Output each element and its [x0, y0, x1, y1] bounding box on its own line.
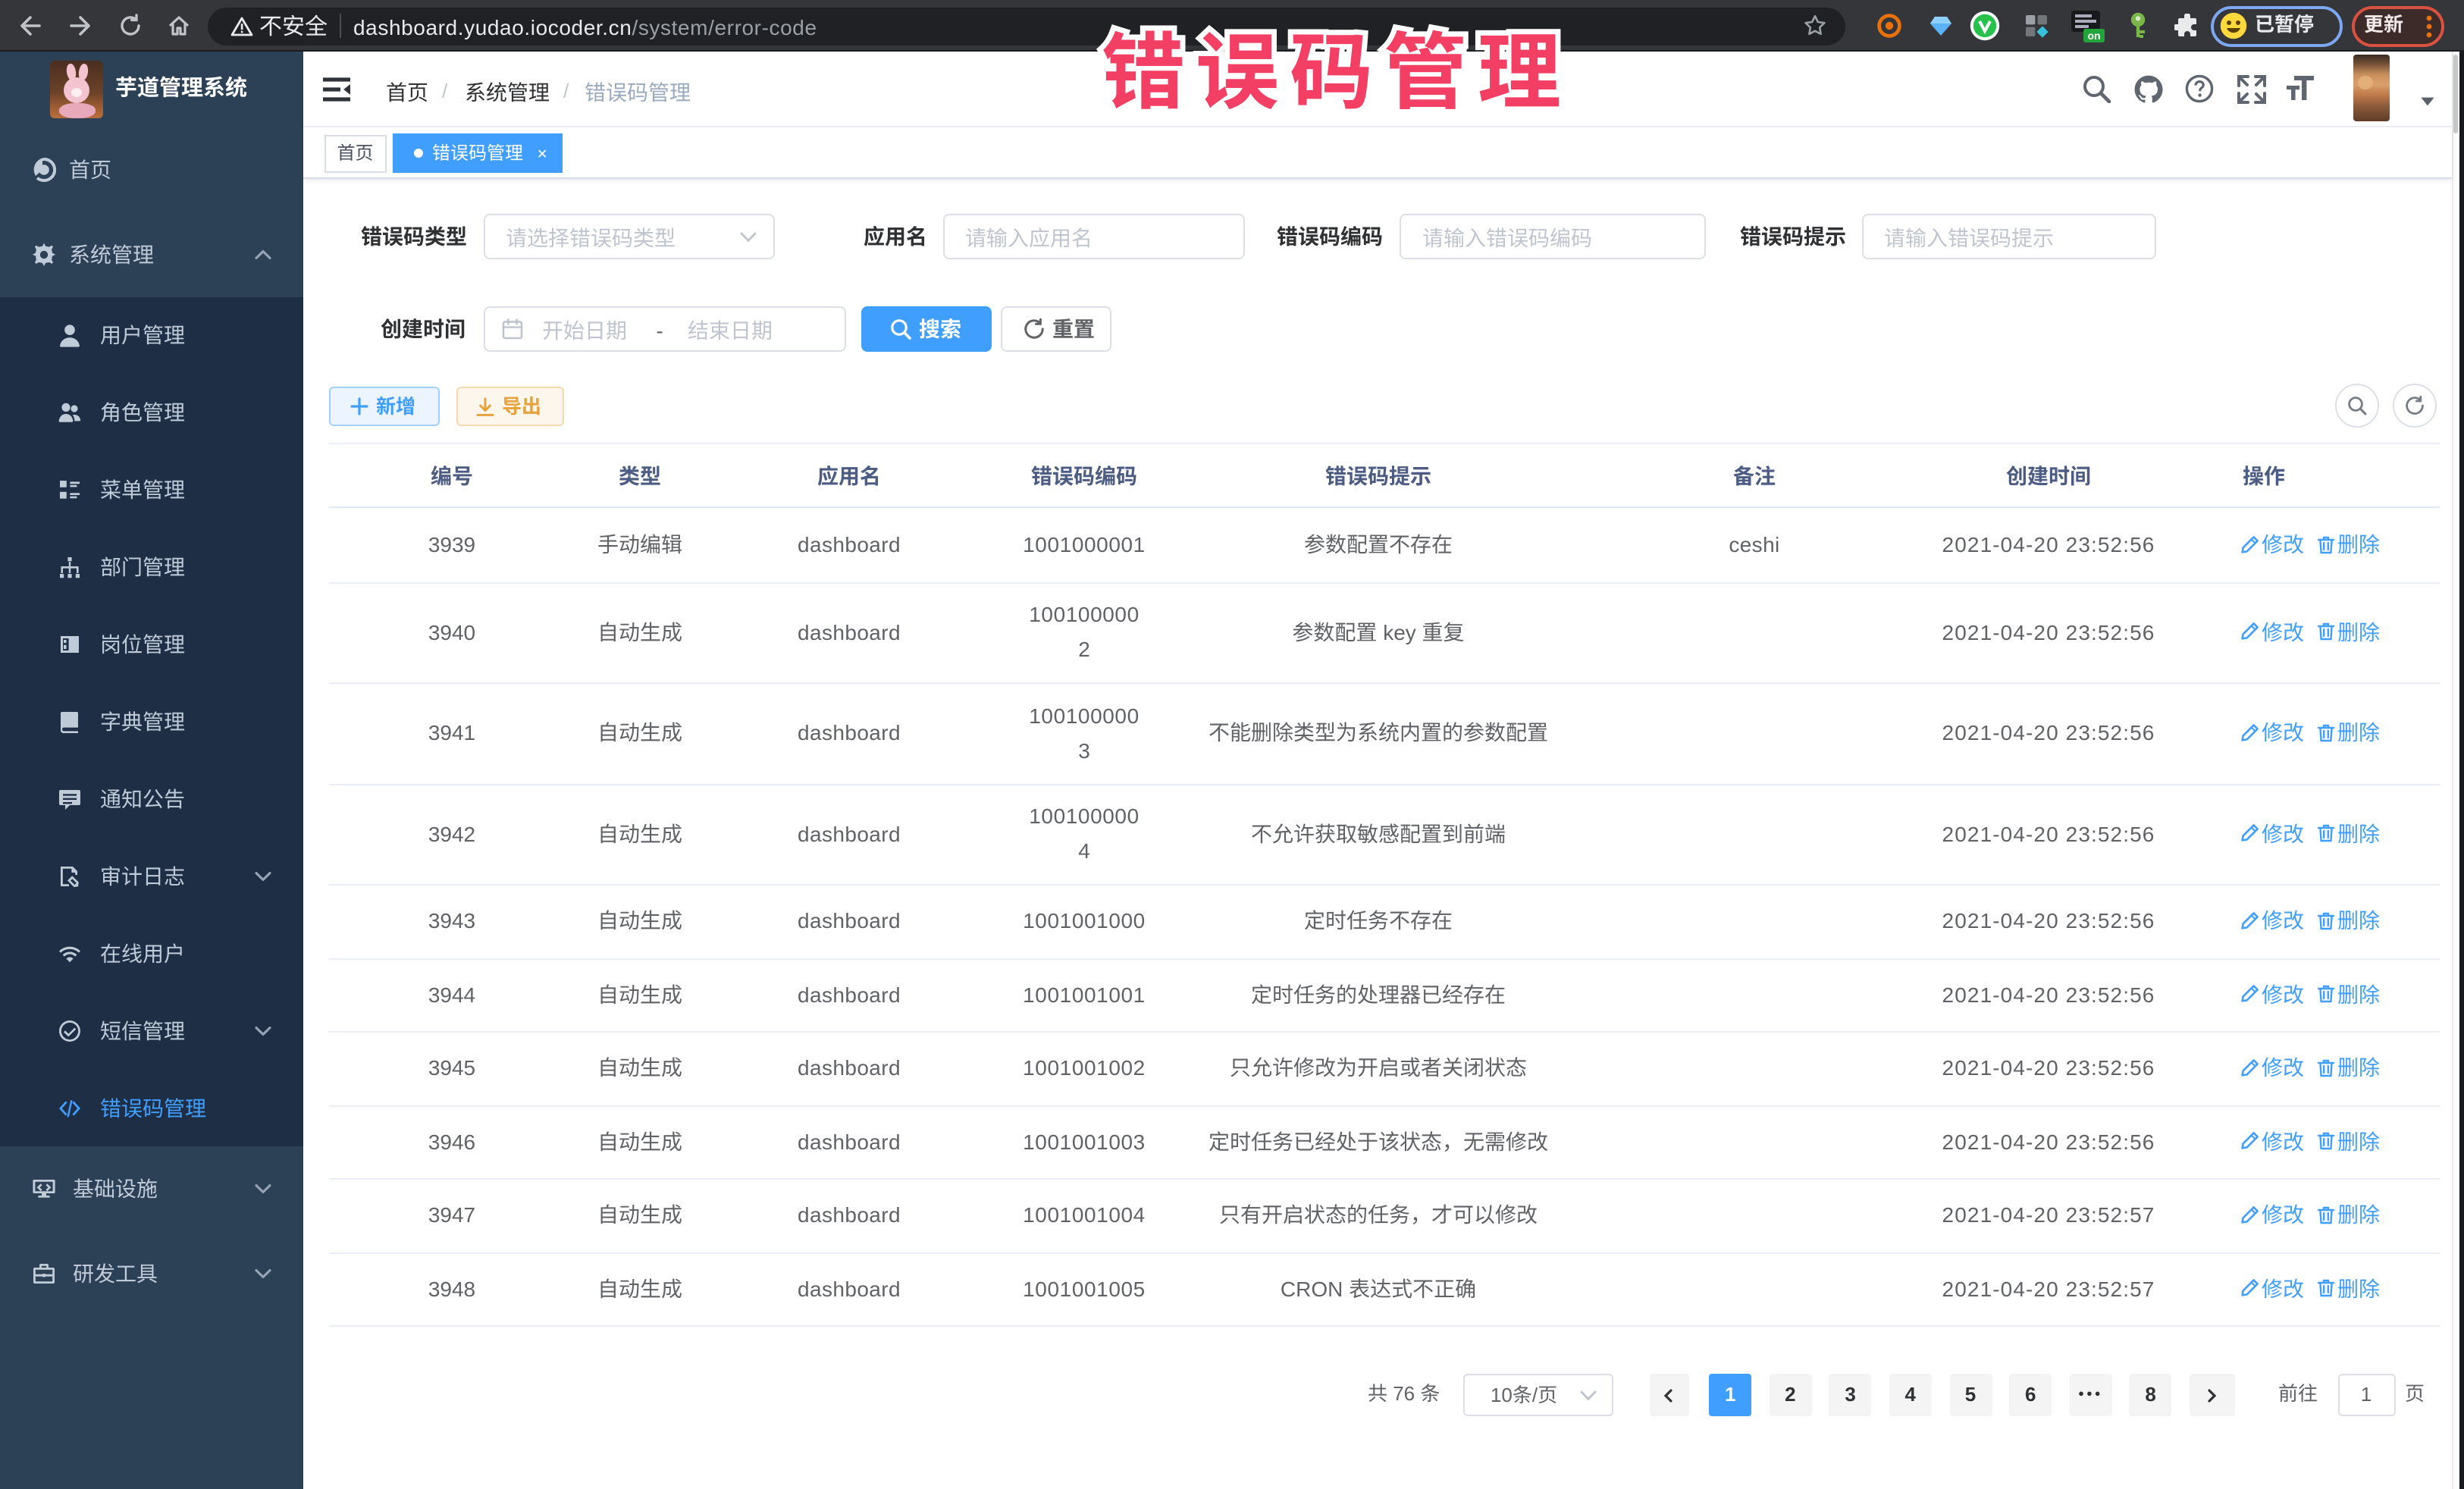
- svg-text:on: on: [2087, 30, 2100, 42]
- svg-text:错误码管理: 错误码管理: [1102, 12, 1572, 126]
